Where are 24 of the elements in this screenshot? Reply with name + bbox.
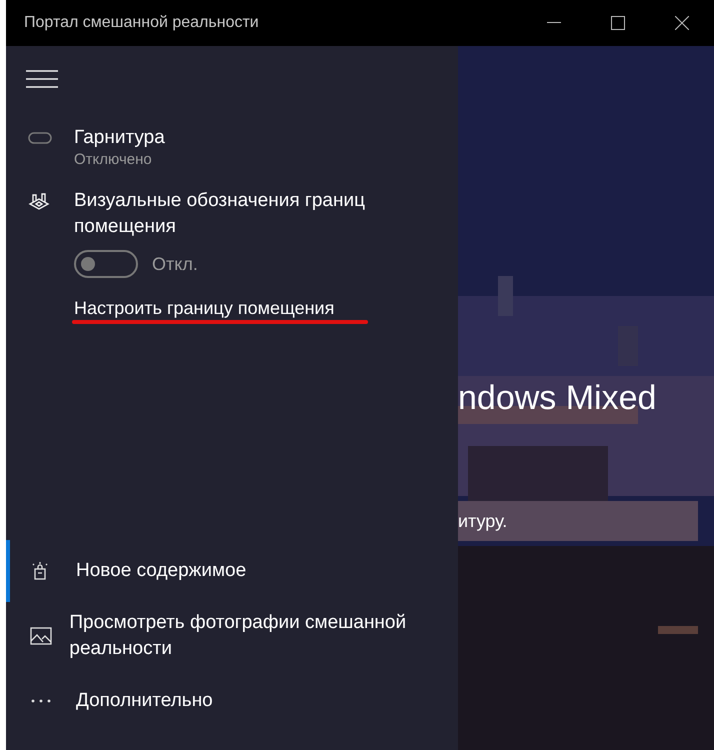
nav-item[interactable]: Просмотреть фотографии смешанной реальности [6, 602, 458, 670]
nav-item[interactable]: Дополнительно [6, 670, 458, 732]
nav-label: Дополнительно [76, 689, 213, 713]
headset-status: Отключено [74, 150, 153, 170]
boundary-toggle[interactable] [74, 250, 138, 278]
image-icon [30, 627, 52, 645]
menu-icon [26, 70, 58, 88]
more-icon [30, 698, 52, 704]
minimize-icon [547, 22, 561, 24]
headset-icon [28, 132, 52, 144]
toggle-label: Откл. [152, 252, 198, 276]
nav-label: Новое содержимое [76, 559, 246, 583]
sparkle-bag-icon [30, 561, 50, 581]
headset-title: Гарнитура [74, 126, 165, 150]
maximize-icon [611, 16, 625, 30]
nav-label: Просмотреть фотографии смешанной реальности [69, 611, 408, 661]
menu-button[interactable] [26, 68, 58, 90]
background-heading: ndows Mixed [458, 378, 658, 418]
room-boundary-icon [28, 192, 50, 212]
background-text: итуру. [458, 510, 508, 533]
configure-boundary-link[interactable]: Настроить границу помещения [74, 296, 334, 320]
window-title: Портал смешанной реальности [24, 13, 259, 33]
boundary-title: Визуальные обозначения границ помещения [74, 189, 366, 239]
close-icon [675, 16, 689, 30]
